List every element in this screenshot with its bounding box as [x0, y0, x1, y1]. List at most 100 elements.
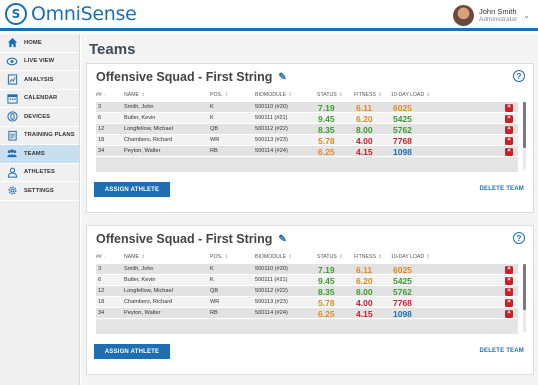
table-row[interactable]: 6 Butler, Kevin K 500111 (#21) 9.45 6.20…: [96, 275, 518, 286]
chevron-down-icon[interactable]: ⌄: [523, 11, 530, 20]
sidebar-item-label: LIVE VIEW: [24, 58, 55, 65]
table-row[interactable]: 18 Chambers, Richard WR 500113 (#23) 5.7…: [96, 135, 518, 146]
assign-athlete-button[interactable]: ASSIGN ATHLETE: [94, 344, 170, 359]
cell-pos: RB: [210, 148, 218, 154]
table-header: ## ↓ NAME ⇕ POS. ⇕ BIOMODULE ⇕ STATUS ⇕ FITNE…: [96, 92, 518, 101]
help-icon[interactable]: ?: [513, 232, 525, 244]
cell-num: 34: [98, 148, 105, 154]
home-icon: [6, 37, 18, 49]
sidebar-item-settings[interactable]: SETTINGS: [0, 182, 79, 201]
remove-athlete-button[interactable]: ×: [505, 298, 513, 307]
sort-icon: ⇕: [224, 254, 229, 260]
clipboard-icon: [6, 129, 18, 141]
help-icon[interactable]: ?: [513, 70, 525, 82]
table-row[interactable]: 12 Longfellow, Michael QB 500112 (#22) 8…: [96, 286, 518, 297]
pencil-icon[interactable]: ✎: [278, 72, 286, 83]
sidebar-item-calendar[interactable]: CALENDAR: [0, 90, 79, 108]
remove-athlete-button[interactable]: ×: [505, 265, 513, 274]
sidebar-item-teams[interactable]: TEAMS: [0, 145, 79, 164]
user-name: John Smith: [479, 6, 517, 16]
col-header-load[interactable]: 10-DAY LOAD ⇕: [391, 92, 430, 98]
cell-load: 7768: [393, 135, 412, 146]
table-row[interactable]: 34 Peyton, Walter RB 500114 (#24) 6.25 4…: [96, 146, 518, 157]
scrollbar-thumb[interactable]: [523, 264, 526, 310]
eye-icon: [6, 55, 18, 67]
sidebar-item-devices[interactable]: DEVICES: [0, 108, 79, 127]
col-header-fitness[interactable]: FITNESS ⇕: [354, 254, 382, 260]
sort-icon: ⇕: [426, 254, 431, 260]
cell-biomodule: 500111 (#21): [255, 277, 288, 283]
team-title: Offensive Squad - First String ✎: [96, 70, 287, 84]
remove-athlete-button[interactable]: ×: [505, 136, 513, 145]
scrollbar-thumb[interactable]: [523, 102, 526, 148]
calendar-icon: [6, 92, 18, 104]
table-scrollbar[interactable]: [523, 264, 526, 332]
pencil-icon[interactable]: ✎: [278, 234, 286, 245]
cell-status: 7.19: [318, 264, 335, 275]
delete-team-button[interactable]: DELETE TEAM: [479, 186, 524, 192]
col-header-pos[interactable]: POS. ⇕: [210, 254, 229, 260]
remove-athlete-button[interactable]: ×: [505, 276, 513, 285]
col-header-pos[interactable]: POS. ⇕: [210, 92, 229, 98]
app-header: S OmniSense John Smith Administrator ⌄: [0, 0, 538, 31]
cell-num: 18: [98, 299, 105, 305]
app-name: OmniSense: [31, 3, 137, 25]
table-row[interactable]: 6 Butler, Kevin K 500111 (#21) 9.45 6.20…: [96, 113, 518, 124]
delete-team-button[interactable]: DELETE TEAM: [479, 348, 524, 354]
remove-athlete-button[interactable]: ×: [505, 114, 513, 123]
remove-athlete-button[interactable]: ×: [505, 309, 513, 318]
col-header-num[interactable]: ## ↓: [96, 92, 106, 98]
col-header-biomodule[interactable]: BIOMODULE ⇕: [255, 254, 292, 260]
user-menu[interactable]: John Smith Administrator ⌄: [453, 5, 530, 26]
sidebar-item-label: TRAINING PLANS: [24, 132, 75, 139]
col-header-name-label: NAME: [124, 254, 139, 260]
table-row[interactable]: 18 Chambers, Richard WR 500113 (#23) 5.7…: [96, 297, 518, 308]
app-logo[interactable]: S OmniSense: [5, 3, 137, 25]
sort-icon: ⇕: [141, 254, 146, 260]
col-header-status[interactable]: STATUS ⇕: [317, 92, 343, 98]
col-header-status-label: STATUS: [317, 254, 337, 260]
sidebar-item-live-view[interactable]: LIVE VIEW: [0, 53, 79, 71]
assign-athlete-button[interactable]: ASSIGN ATHLETE: [94, 182, 170, 197]
sidebar-item-home[interactable]: HOME: [0, 34, 79, 53]
col-header-pos-label: POS.: [210, 92, 223, 98]
table-row[interactable]: 3 Smith, John K 500110 (#20) 7.19 6.11 6…: [96, 102, 518, 113]
table-row[interactable]: 3 Smith, John K 500110 (#20) 7.19 6.11 6…: [96, 264, 518, 275]
device-icon: [6, 111, 18, 123]
cell-name: Chambers, Richard: [124, 299, 173, 305]
col-header-name[interactable]: NAME ⇕: [124, 92, 145, 98]
sort-desc-icon: ↓: [103, 254, 107, 260]
cell-biomodule: 500110 (#20): [255, 104, 288, 110]
remove-athlete-button[interactable]: ×: [505, 125, 513, 134]
table-row[interactable]: 34 Peyton, Walter RB 500114 (#24) 6.25 4…: [96, 308, 518, 319]
cell-biomodule: 500113 (#23): [255, 137, 288, 143]
col-header-status[interactable]: STATUS ⇕: [317, 254, 343, 260]
sidebar-item-analysis[interactable]: ANALYSIS: [0, 71, 79, 90]
remove-athlete-button[interactable]: ×: [505, 103, 513, 112]
remove-athlete-button[interactable]: ×: [505, 287, 513, 296]
sidebar-item-athletes[interactable]: ATHLETES: [0, 164, 79, 182]
cell-name: Smith, John: [124, 104, 154, 110]
cell-pos: K: [210, 115, 214, 121]
cell-status: 7.19: [318, 102, 335, 113]
table-row[interactable]: 12 Longfellow, Michael QB 500112 (#22) 8…: [96, 124, 518, 135]
col-header-name[interactable]: NAME ⇕: [124, 254, 145, 260]
main-content: Teams Offensive Squad - First String ✎ ?…: [81, 34, 538, 385]
col-header-biomodule[interactable]: BIOMODULE ⇕: [255, 92, 292, 98]
cell-load: 5425: [393, 275, 412, 286]
team-title: Offensive Squad - First String ✎: [96, 232, 287, 246]
table-scrollbar[interactable]: [523, 102, 526, 170]
remove-athlete-button[interactable]: ×: [505, 147, 513, 156]
col-header-num[interactable]: ## ↓: [96, 254, 106, 260]
cell-load: 6025: [393, 102, 412, 113]
col-header-fitness[interactable]: FITNESS ⇕: [354, 92, 382, 98]
sort-icon: ⇕: [338, 92, 343, 98]
cell-biomodule: 500114 (#24): [255, 310, 288, 316]
sort-icon: ⇕: [377, 92, 383, 98]
user-role: Administrator: [479, 16, 518, 24]
col-header-load[interactable]: 10-DAY LOAD ⇕: [391, 254, 430, 260]
sort-icon: ⇕: [288, 254, 293, 260]
team-title-text: Offensive Squad - First String: [96, 232, 273, 246]
team-icon: [6, 148, 18, 160]
sidebar-item-training-plans[interactable]: TRAINING PLANS: [0, 127, 79, 145]
